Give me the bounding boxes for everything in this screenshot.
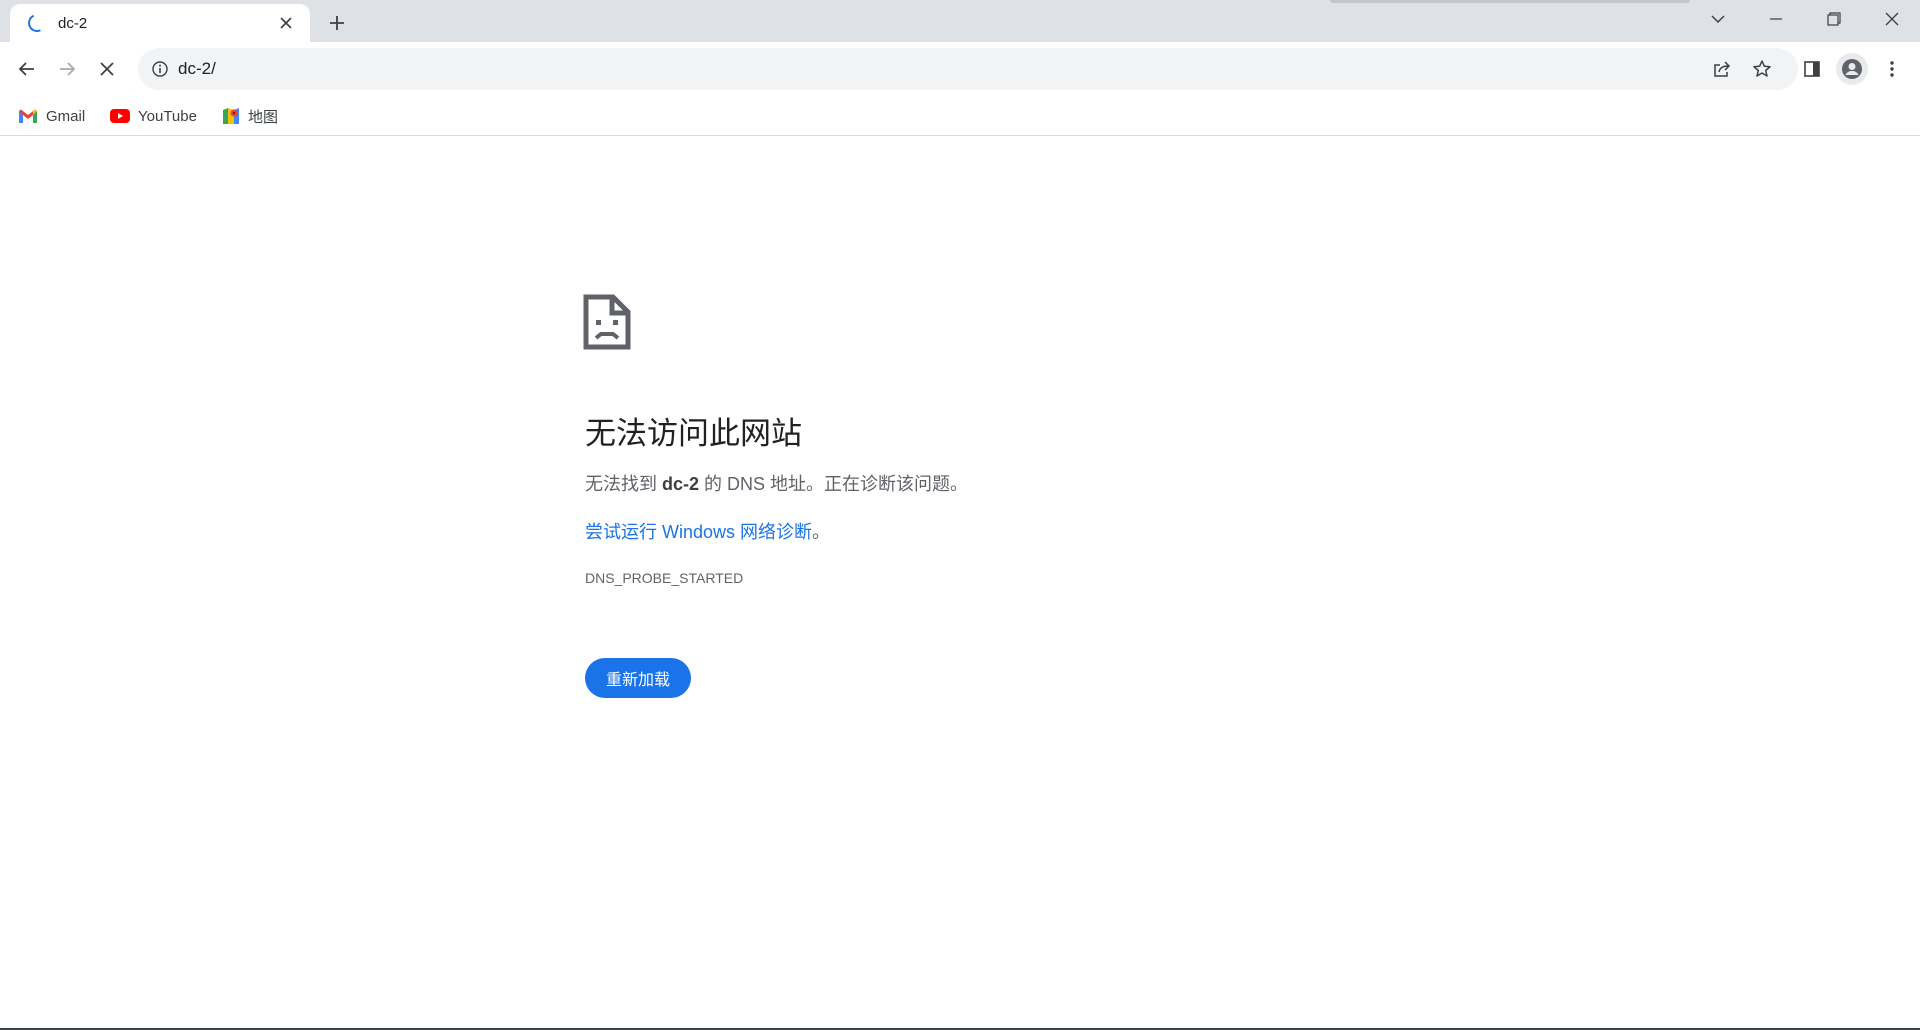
page-content: 无法访问此网站 无法找到 dc-2 的 DNS 地址。正在诊断该问题。 尝试运行… (0, 136, 1920, 1030)
side-panel-icon (1804, 61, 1820, 77)
more-vert-icon (1890, 61, 1894, 77)
close-icon (100, 62, 114, 76)
diagnostics-link[interactable]: 尝试运行 Windows 网络诊断 (585, 522, 812, 542)
loading-spinner-icon (25, 11, 49, 35)
error-desc-suffix: 的 DNS 地址。正在诊断该问题。 (699, 474, 969, 494)
address-bar[interactable]: dc-2/ (138, 48, 1798, 90)
diagnostics-suggestion: 尝试运行 Windows 网络诊断。 (585, 518, 830, 544)
new-tab-button[interactable] (322, 8, 352, 38)
tab-close-icon[interactable] (274, 11, 298, 35)
error-code: DNS_PROBE_STARTED (585, 570, 744, 586)
bookmark-gmail[interactable]: Gmail (18, 104, 85, 128)
toolbar: dc-2/ (0, 42, 1920, 96)
close-window-button[interactable] (1864, 0, 1920, 38)
side-panel-button[interactable] (1796, 53, 1828, 85)
error-title: 无法访问此网站 (585, 416, 802, 451)
minimize-icon (1770, 18, 1782, 20)
error-host: dc-2 (662, 474, 700, 494)
minimize-button[interactable] (1748, 0, 1804, 38)
bookmarks-bar: Gmail YouTube 地图 (0, 96, 1920, 136)
stop-loading-button[interactable] (91, 53, 123, 85)
menu-button[interactable] (1876, 53, 1908, 85)
url-text[interactable]: dc-2/ (178, 48, 216, 90)
gmail-icon (19, 109, 37, 123)
restore-button[interactable] (1806, 0, 1862, 38)
bookmark-star-icon[interactable] (1748, 55, 1776, 83)
back-button[interactable] (11, 53, 43, 85)
tab-strip: dc-2 (0, 0, 1920, 42)
profile-button[interactable] (1836, 53, 1868, 85)
chevron-down-icon (1711, 15, 1725, 24)
bookmark-label: Gmail (46, 107, 86, 125)
bookmark-maps[interactable]: 地图 (222, 104, 278, 128)
avatar-icon (1842, 59, 1862, 79)
restore-icon (1827, 12, 1841, 26)
forward-button[interactable] (51, 53, 83, 85)
share-icon[interactable] (1708, 55, 1736, 83)
diagnostics-punct: 。 (812, 522, 831, 542)
maps-icon (223, 108, 239, 124)
error-description: 无法找到 dc-2 的 DNS 地址。正在诊断该问题。 (585, 470, 968, 496)
youtube-icon (110, 109, 130, 123)
tab-title: dc-2 (58, 14, 88, 32)
tab-search-button[interactable] (1690, 0, 1746, 38)
tab-active[interactable]: dc-2 (10, 4, 310, 42)
site-info-icon[interactable] (148, 57, 172, 81)
bookmark-label: 地图 (248, 108, 279, 126)
sad-page-icon (583, 294, 631, 350)
reload-button[interactable]: 重新加载 (585, 658, 691, 698)
tab-hover-indicator (1330, 0, 1690, 3)
close-icon (1885, 12, 1899, 26)
error-desc-prefix: 无法找到 (585, 474, 663, 494)
bookmark-label: YouTube (138, 107, 197, 125)
bookmark-youtube[interactable]: YouTube (110, 104, 197, 128)
arrow-right-icon (60, 62, 76, 76)
arrow-left-icon (18, 62, 34, 76)
